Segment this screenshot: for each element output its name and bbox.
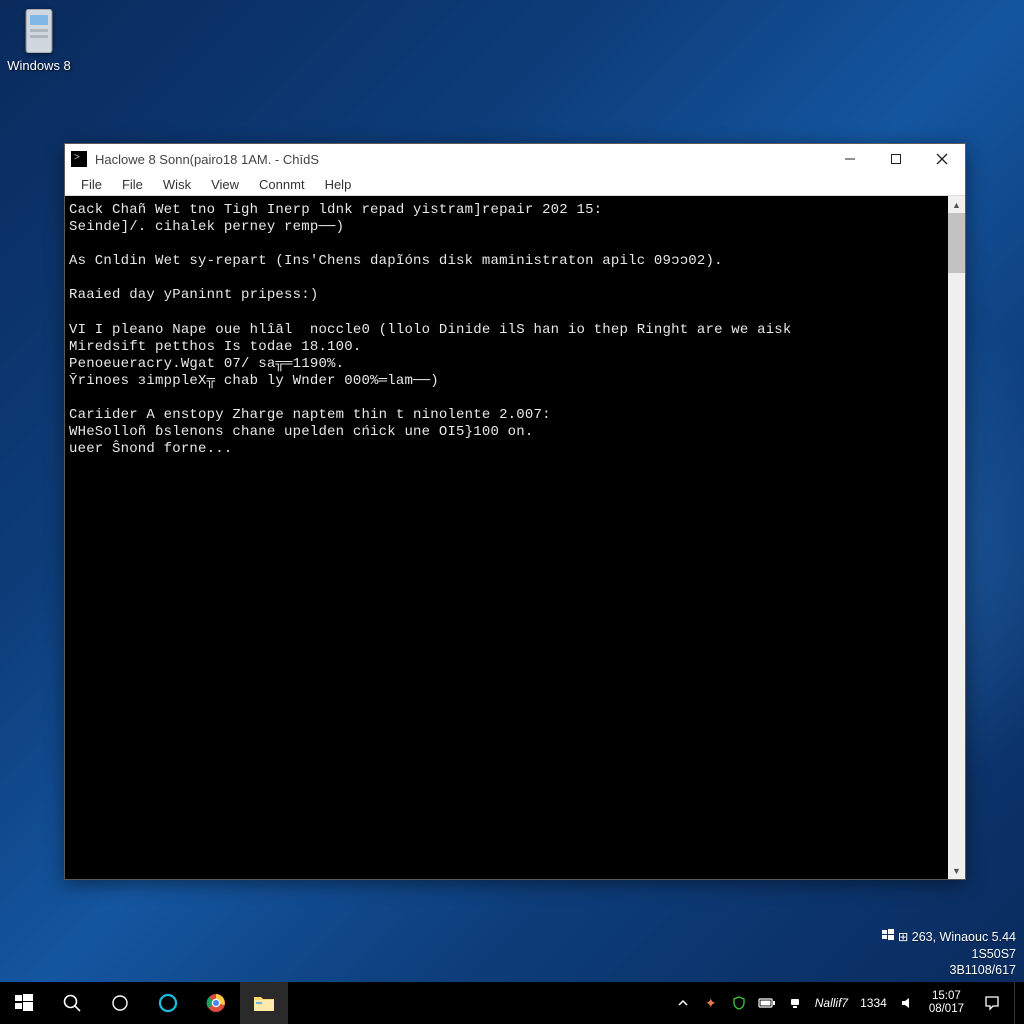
task-view-button[interactable]	[96, 982, 144, 1024]
window-title: Haclowe 8 Sonn(pairo18 1AM. - ChīdS	[95, 152, 827, 167]
watermark-line3: 3B1108/617	[882, 962, 1016, 978]
taskbar-right: ✦ Nallif7 1334 15:07 08/017	[671, 982, 1024, 1024]
terminal-body: Cack Chañ Wet tno Tigh Inerp ldnk repad …	[65, 196, 965, 879]
scrollbar-thumb[interactable]	[948, 213, 965, 273]
taskbar: ✦ Nallif7 1334 15:07 08/017	[0, 982, 1024, 1024]
maximize-button[interactable]	[873, 144, 919, 174]
network-icon[interactable]	[783, 982, 807, 1024]
tray-chevron-icon[interactable]	[671, 982, 695, 1024]
menu-view[interactable]: View	[201, 175, 249, 194]
desktop-icon-label: Windows 8	[4, 58, 74, 73]
clock-date: 08/017	[929, 1003, 964, 1016]
watermark-line2: 1S50S7	[882, 946, 1016, 962]
titlebar[interactable]: Haclowe 8 Sonn(pairo18 1AM. - ChīdS	[65, 144, 965, 174]
clock-time: 15:07	[929, 990, 964, 1003]
battery-icon[interactable]	[755, 982, 779, 1024]
close-button[interactable]	[919, 144, 965, 174]
menu-file-1[interactable]: File	[71, 175, 112, 194]
menu-file-2[interactable]: File	[112, 175, 153, 194]
tray-time-inline[interactable]: 1334	[856, 996, 891, 1010]
people-icon[interactable]: ✦	[699, 982, 723, 1024]
minimize-button[interactable]	[827, 144, 873, 174]
file-explorer-icon[interactable]	[240, 982, 288, 1024]
tray-text-1[interactable]: Nallif7	[811, 996, 852, 1010]
search-button[interactable]	[48, 982, 96, 1024]
volume-icon[interactable]	[895, 982, 919, 1024]
shield-icon[interactable]	[727, 982, 751, 1024]
action-center-icon[interactable]	[974, 982, 1010, 1024]
menu-connmt[interactable]: Connmt	[249, 175, 315, 194]
drive-icon	[20, 8, 58, 54]
windows-flag-icon	[882, 929, 894, 945]
scroll-down-arrow-icon[interactable]: ▼	[948, 862, 965, 879]
window-controls	[827, 144, 965, 174]
chrome-icon[interactable]	[192, 982, 240, 1024]
taskbar-clock[interactable]: 15:07 08/017	[923, 990, 970, 1016]
menu-wisk[interactable]: Wisk	[153, 175, 201, 194]
activation-watermark: ⊞ 263, Winaouc 5.44 1S50S7 3B1108/617	[882, 929, 1016, 978]
menu-help[interactable]: Help	[315, 175, 362, 194]
start-button[interactable]	[0, 982, 48, 1024]
terminal-app-icon	[71, 151, 87, 167]
desktop-icon-windows8[interactable]: Windows 8	[4, 8, 74, 73]
watermark-line1: ⊞ 263, Winaouc 5.44	[898, 929, 1016, 945]
taskbar-left	[0, 982, 288, 1024]
terminal-window: Haclowe 8 Sonn(pairo18 1AM. - ChīdS File…	[64, 143, 966, 880]
scroll-up-arrow-icon[interactable]: ▲	[948, 196, 965, 213]
scrollbar-track[interactable]	[948, 213, 965, 862]
vertical-scrollbar[interactable]: ▲ ▼	[948, 196, 965, 879]
terminal-output: Cack Chañ Wet tno Tigh Inerp ldnk repad …	[65, 196, 948, 879]
menubar: File File Wisk View Connmt Help	[65, 174, 965, 196]
show-desktop-button[interactable]	[1014, 982, 1020, 1024]
cortana-icon[interactable]	[144, 982, 192, 1024]
